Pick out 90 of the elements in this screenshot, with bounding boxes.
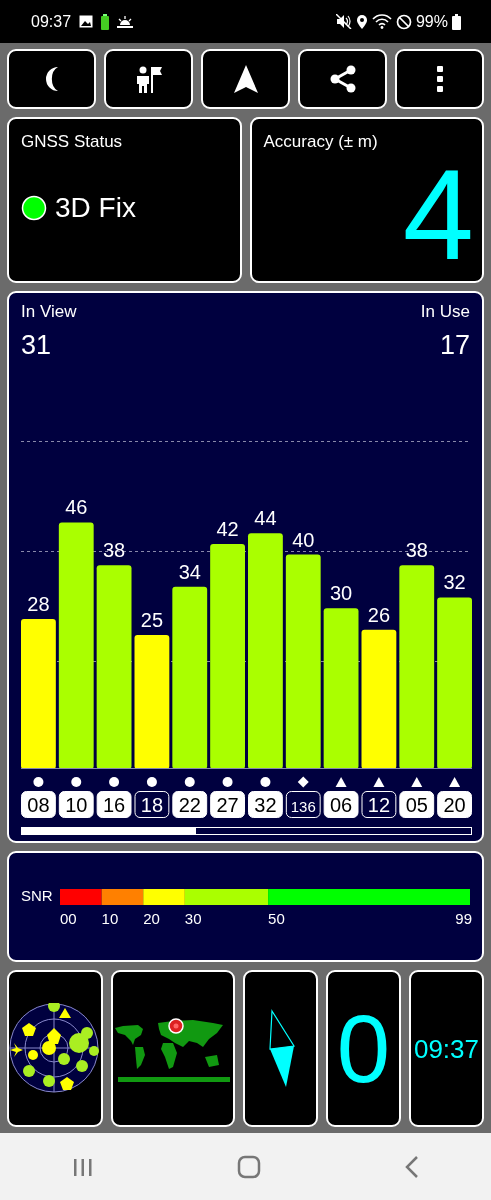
circle-icon <box>109 777 120 787</box>
back-icon[interactable] <box>403 1154 420 1179</box>
circle-icon <box>71 777 82 787</box>
circle-icon <box>146 777 157 787</box>
triangle-icon <box>449 777 461 787</box>
satellite-id: 05 <box>399 791 435 818</box>
circle-icon <box>184 777 195 787</box>
scale-tick: 30 <box>184 908 202 929</box>
x-tick-label: 27 <box>216 794 239 816</box>
toolbar-button[interactable] <box>298 49 387 109</box>
x-tick-label: 10 <box>65 794 88 816</box>
x-tick-label: 06 <box>329 794 353 816</box>
widget-tile[interactable] <box>111 970 235 1127</box>
fix-status: 3D Fix <box>55 190 136 225</box>
clock-time: 09:37 <box>413 1035 480 1062</box>
widget-tile[interactable] <box>243 970 318 1127</box>
circle-icon <box>222 777 233 787</box>
widget-tile[interactable]: 09:37 <box>409 970 484 1127</box>
bar-value: 26 <box>367 603 391 626</box>
widget-tile[interactable] <box>7 970 103 1127</box>
do-not-disturb-icon <box>395 13 412 30</box>
bar-value: 32 <box>443 571 466 594</box>
x-tick-label: 18 <box>140 794 164 816</box>
satellite-id: 10 <box>58 791 94 818</box>
toolbar-button[interactable] <box>395 49 484 109</box>
toolbar-button[interactable] <box>7 49 96 109</box>
in-view-count: 31 <box>21 328 53 362</box>
scale-tick: 10 <box>101 908 119 929</box>
more-options-icon <box>436 66 443 92</box>
triangle-icon <box>411 777 423 787</box>
mute-icon <box>335 14 352 29</box>
toolbar-button[interactable] <box>201 49 290 109</box>
bar-value: 25 <box>140 609 164 631</box>
in-use-count: 17 <box>439 328 470 362</box>
battery-percent: 99% <box>415 11 448 32</box>
snr-label: SNR <box>21 886 54 907</box>
satellite-id: 16 <box>96 791 132 818</box>
label: In Use <box>420 301 470 323</box>
scale-tick: 99 <box>455 908 472 929</box>
sunrise-icon <box>117 15 134 28</box>
bar-value: 46 <box>65 496 88 519</box>
battery-icon <box>452 13 461 30</box>
bar-value: 38 <box>102 539 126 562</box>
scrollbar[interactable] <box>21 827 472 835</box>
card-title: Accuracy (± m) <box>262 131 379 153</box>
satellite-id: 22 <box>172 791 208 818</box>
bar-value: 44 <box>254 507 277 530</box>
x-tick-label: 16 <box>102 794 126 816</box>
x-tick-label: 32 <box>254 794 277 816</box>
widget-tile[interactable]: 0 <box>326 970 401 1127</box>
toolbar-button[interactable] <box>104 49 193 109</box>
circle-icon <box>33 777 44 787</box>
speed-value: 0 <box>336 1000 391 1097</box>
x-tick-label: 22 <box>178 794 201 816</box>
wifi-icon <box>371 14 392 29</box>
x-tick-label: 136 <box>290 798 316 815</box>
bar-value: 30 <box>329 582 353 605</box>
circle-icon <box>260 777 271 787</box>
battery-icon <box>101 13 110 30</box>
satellite-id: 32 <box>248 791 283 818</box>
satellite-id: 136 <box>285 791 321 818</box>
x-tick-label: 12 <box>367 794 391 816</box>
satellite-id: 20 <box>437 791 472 818</box>
x-tick-label: 08 <box>27 794 50 816</box>
bar-value: 28 <box>27 592 50 615</box>
label: In View <box>21 301 77 323</box>
diamond-icon <box>297 776 309 788</box>
bar-value: 38 <box>405 539 428 562</box>
satellite-id: 12 <box>361 791 397 818</box>
satellite-id: 06 <box>323 791 359 818</box>
location-icon <box>355 14 368 29</box>
x-tick-label: 20 <box>443 794 466 816</box>
moon-icon <box>45 67 58 91</box>
scale-tick: 50 <box>268 908 285 929</box>
satellite-id: 18 <box>134 791 170 818</box>
triangle-icon <box>373 777 385 787</box>
accuracy-value: 4 <box>402 156 474 272</box>
x-tick-label: 05 <box>405 794 428 816</box>
satellite-id: 08 <box>21 791 56 818</box>
clock-time: 09:37 <box>31 11 72 32</box>
scale-tick: 00 <box>60 908 77 929</box>
home-icon[interactable] <box>236 1154 261 1179</box>
triangle-icon <box>335 777 347 787</box>
image-icon <box>79 15 94 28</box>
bar-value: 42 <box>216 517 239 540</box>
bar-value: 40 <box>292 528 315 551</box>
scale-tick: 20 <box>143 908 160 929</box>
satellite-id: 27 <box>210 791 245 818</box>
bar-value: 34 <box>178 560 201 583</box>
card-title: GNSS Status <box>20 131 124 153</box>
